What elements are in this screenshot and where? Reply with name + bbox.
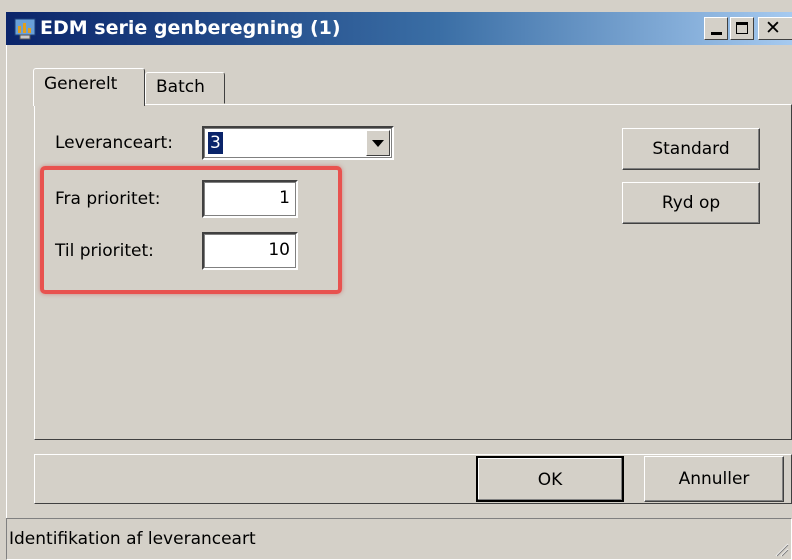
title-bar[interactable]: EDM serie genberegning (1) ✕: [6, 12, 792, 45]
leveranceart-combobox[interactable]: 3: [202, 126, 394, 160]
tab-batch[interactable]: Batch: [145, 72, 225, 104]
leveranceart-value: 3: [208, 132, 223, 154]
status-text: Identifikation af leveranceart: [9, 529, 256, 549]
close-icon: ✕: [765, 17, 781, 39]
leveranceart-label: Leveranceart:: [55, 133, 173, 153]
tab-generelt[interactable]: Generelt: [33, 68, 145, 106]
status-bar: Identifikation af leveranceart: [6, 518, 792, 560]
ryd-op-button[interactable]: Ryd op: [622, 182, 760, 224]
maximize-icon: [736, 22, 748, 34]
standard-button[interactable]: Standard: [622, 128, 760, 170]
dialog-window: EDM serie genberegning (1) ✕ Generelt Ba…: [0, 0, 792, 560]
cancel-button[interactable]: Annuller: [644, 456, 784, 502]
minimize-icon: [711, 32, 722, 35]
minimize-button[interactable]: [704, 17, 728, 40]
resize-grip-icon[interactable]: [773, 541, 789, 557]
ok-button[interactable]: OK: [476, 456, 624, 502]
window-title: EDM serie genberegning (1): [40, 17, 341, 39]
window-left-edge: [0, 12, 7, 560]
maximize-button[interactable]: [730, 17, 754, 40]
dropdown-button[interactable]: [366, 130, 390, 156]
close-button[interactable]: ✕: [758, 17, 792, 40]
app-icon: [14, 17, 38, 41]
annotation-highlight-box: [40, 166, 342, 294]
chevron-down-icon: [372, 140, 384, 147]
